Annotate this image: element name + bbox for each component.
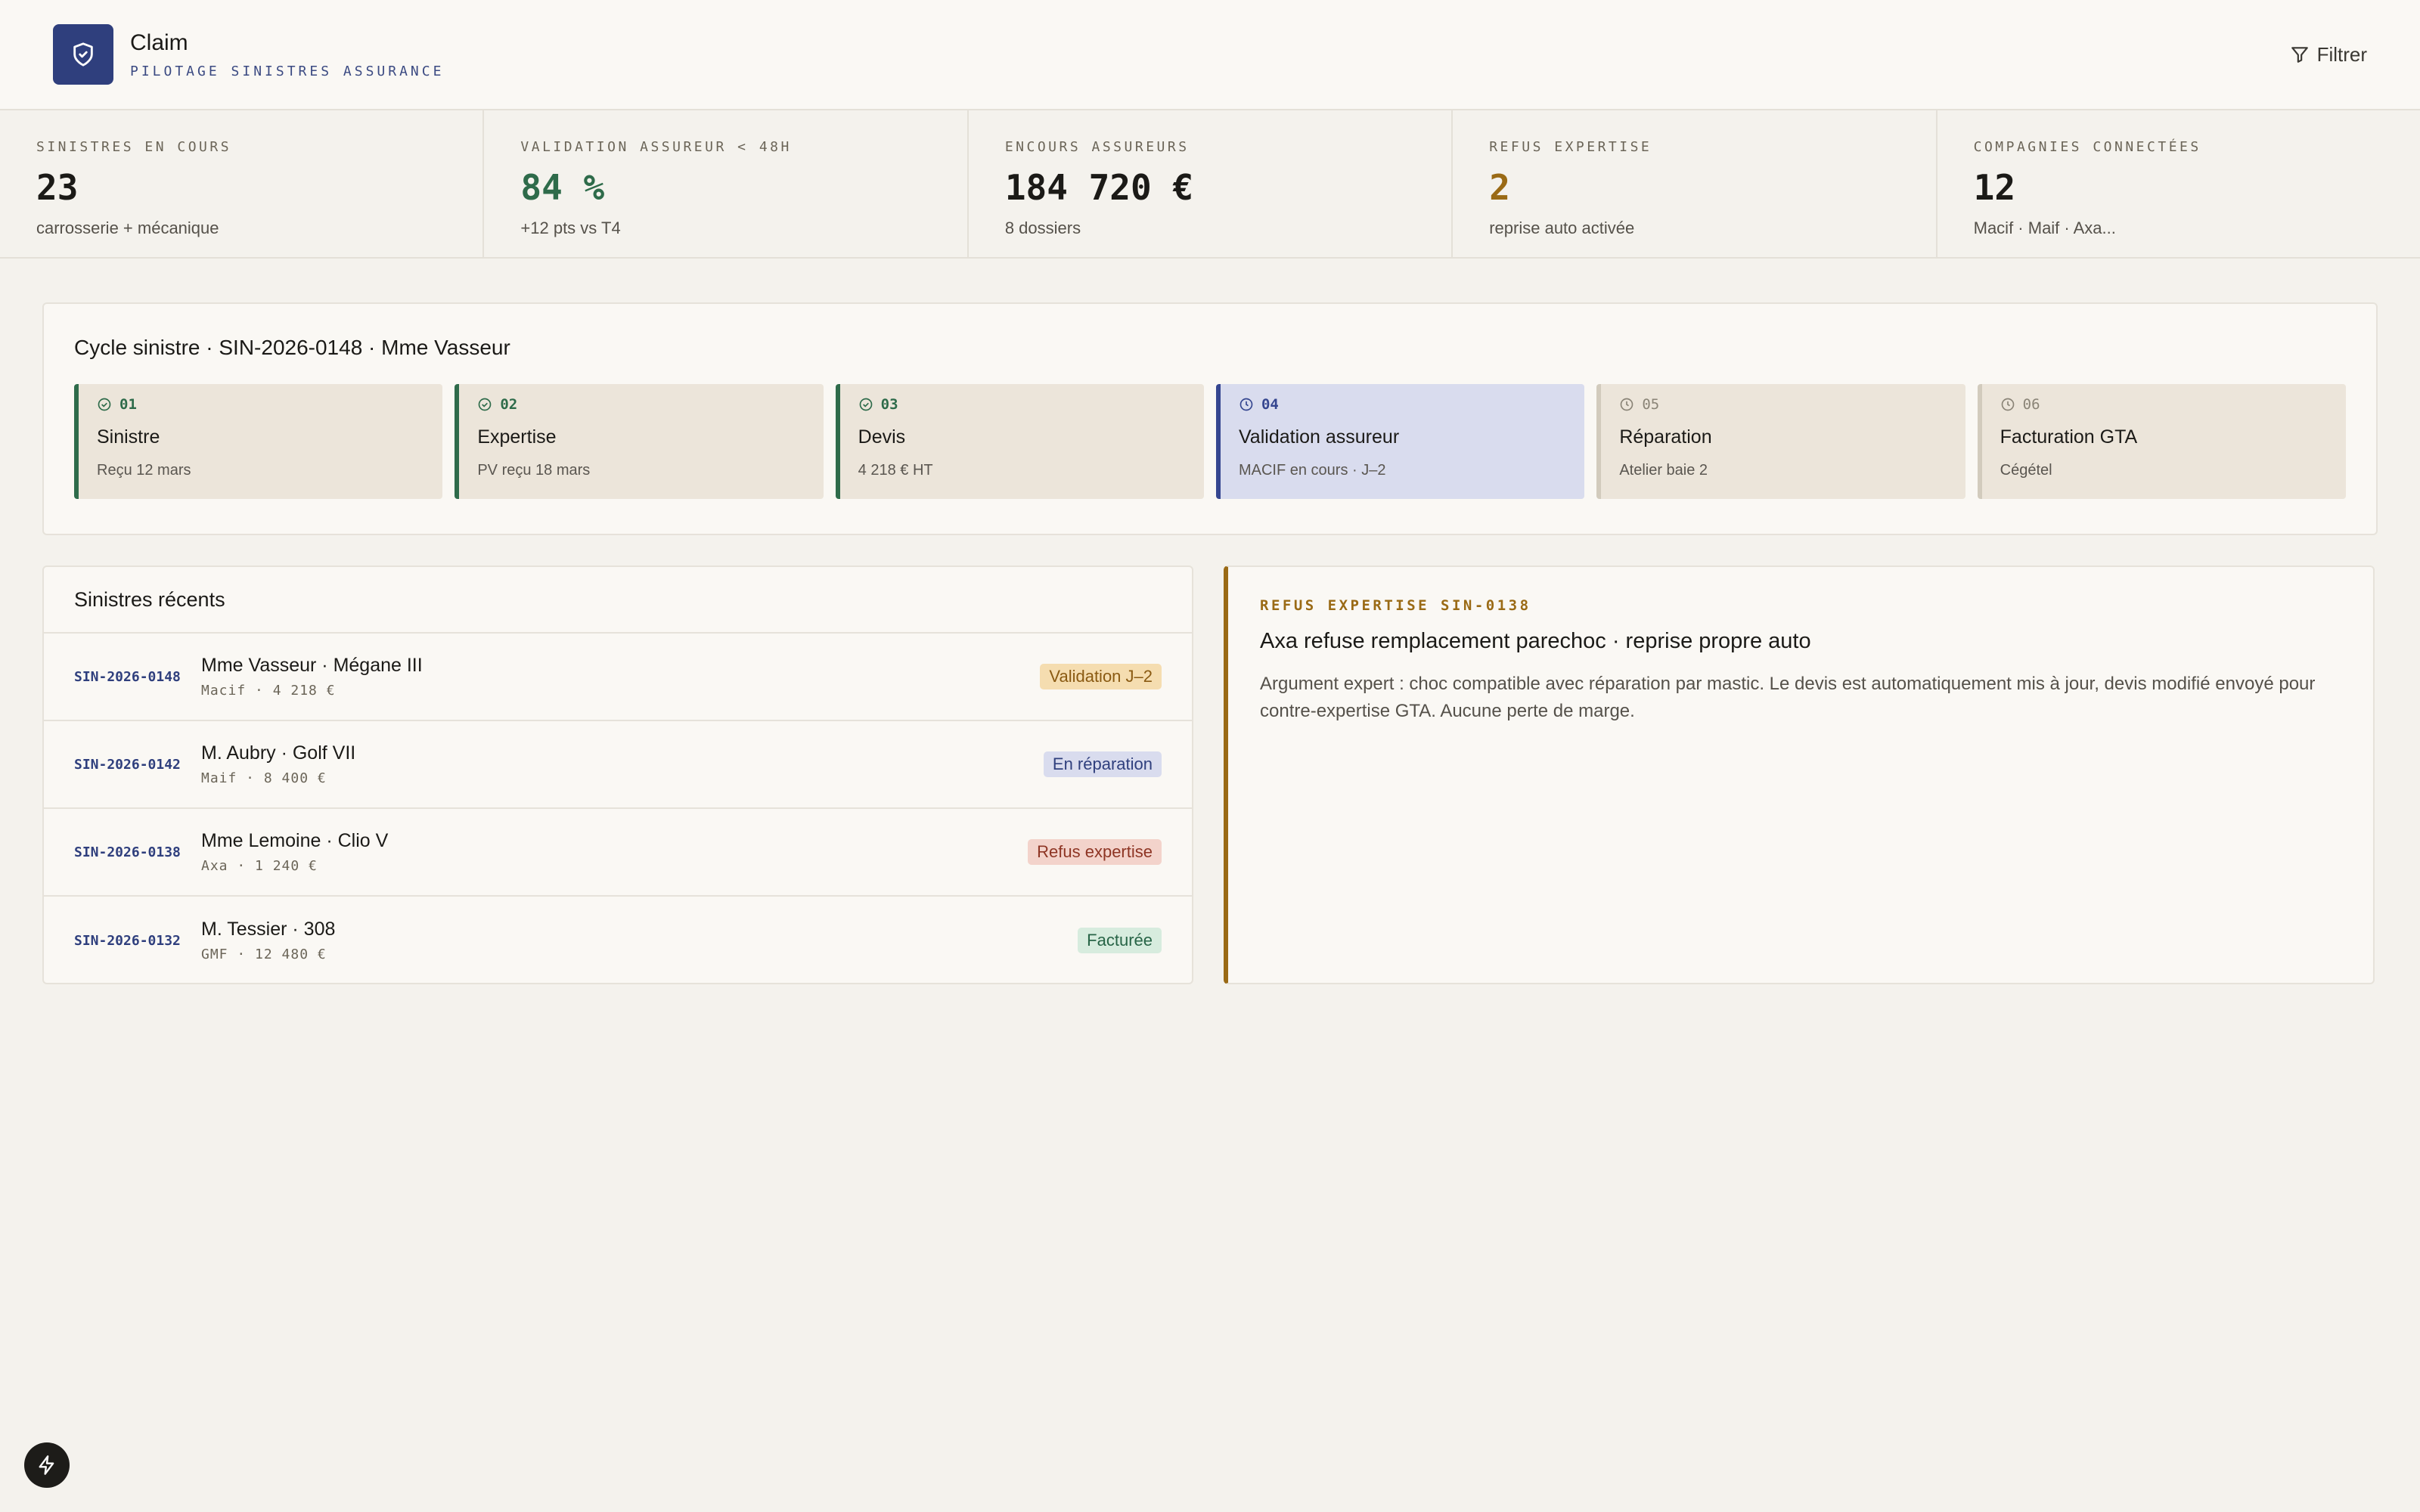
- claim-client: M. Tessier · 308: [201, 919, 336, 940]
- alert-title: Axa refuse remplacement parechoc · repri…: [1260, 629, 1811, 653]
- claim-client: M. Aubry · Golf VII: [201, 742, 356, 764]
- kpi-card: REFUS EXPERTISE 2 reprise auto activée: [1453, 110, 1938, 257]
- claim-client: Mme Lemoine · Clio V: [201, 830, 389, 851]
- step-number: 04: [1261, 396, 1279, 413]
- kpi-note: Macif · Maif · Axa...: [1973, 218, 2116, 237]
- claim-row[interactable]: SIN-2026-0132 M. Tessier · 308 GMF · 12 …: [44, 897, 1192, 984]
- kpi-label: SINISTRES EN COURS: [36, 139, 232, 155]
- kpi-note: 8 dossiers: [1004, 218, 1081, 237]
- step-info: Cégétel: [2000, 462, 2052, 479]
- kpi-card: COMPAGNIES CONNECTÉES 12 Macif · Maif · …: [1938, 110, 2420, 257]
- kpi-label: ENCOURS ASSUREURS: [1004, 139, 1190, 155]
- claim-meta: GMF · 12 480 €: [201, 947, 327, 962]
- filter-icon: [2291, 47, 2308, 63]
- step-number: 05: [1642, 396, 1660, 413]
- kpi-value: 2: [1489, 167, 1510, 208]
- app-subtitle: PILOTAGE SINISTRES ASSURANCE: [130, 63, 445, 79]
- status-badge: Refus expertise: [1028, 839, 1162, 865]
- clock-icon: [1620, 398, 1634, 411]
- kpi-card: SINISTRES EN COURS 23 carrosserie + méca…: [0, 110, 485, 257]
- claim-id: SIN-2026-0148: [74, 668, 181, 685]
- kpi-value: 84 %: [520, 167, 605, 208]
- kpi-value: 12: [1973, 167, 2016, 208]
- brand: Claim PILOTAGE SINISTRES ASSURANCE: [53, 24, 444, 85]
- bottom-section: Sinistres récents SIN-2026-0148 Mme Vass…: [42, 565, 2378, 984]
- lightning-button[interactable]: [24, 1442, 70, 1488]
- cycle-title: Cycle sinistre · SIN-2026-0148 · Mme Vas…: [74, 336, 510, 359]
- kpi-label: VALIDATION ASSUREUR < 48H: [520, 139, 792, 155]
- kpi-label: COMPAGNIES CONNECTÉES: [1973, 139, 2201, 155]
- status-badge: Validation J–2: [1040, 664, 1162, 689]
- step-name: Réparation: [1619, 426, 1712, 448]
- kpi-value: 184 720 €: [1004, 167, 1194, 208]
- kpi-note: carrosserie + mécanique: [36, 218, 219, 237]
- kpi-note: reprise auto activée: [1489, 218, 1635, 237]
- cycle-step[interactable]: 01 Sinistre Reçu 12 mars: [74, 384, 443, 499]
- step-number: 01: [119, 396, 137, 413]
- claim-meta: Maif · 8 400 €: [201, 770, 327, 786]
- kpi-card: ENCOURS ASSUREURS 184 720 € 8 dossiers: [969, 110, 1454, 257]
- check-circle-icon: [859, 398, 872, 411]
- status-badge: En réparation: [1043, 751, 1162, 777]
- step-name: Facturation GTA: [2000, 426, 2138, 448]
- app-title: Claim: [130, 29, 188, 55]
- step-info: Atelier baie 2: [1619, 462, 1708, 479]
- step-info: Reçu 12 mars: [97, 462, 191, 479]
- check-circle-icon: [98, 398, 111, 411]
- step-name: Expertise: [477, 426, 557, 448]
- kpi-label: REFUS EXPERTISE: [1489, 139, 1652, 155]
- claim-id: SIN-2026-0142: [74, 756, 181, 773]
- alert-body: Argument expert : choc compatible avec r…: [1260, 674, 2316, 721]
- step-name: Validation assureur: [1238, 426, 1400, 448]
- lightning-icon: [39, 1455, 54, 1475]
- kpi-value: 23: [36, 167, 79, 208]
- recent-claims-title: Sinistres récents: [44, 567, 1192, 634]
- step-name: Sinistre: [97, 426, 160, 448]
- app-header: Claim PILOTAGE SINISTRES ASSURANCE Filtr…: [0, 0, 2420, 110]
- shield-icon: [53, 24, 113, 85]
- claim-row[interactable]: SIN-2026-0148 Mme Vasseur · Mégane III M…: [44, 634, 1192, 721]
- clock-icon: [1239, 398, 1253, 411]
- step-info: PV reçu 18 mars: [477, 462, 591, 479]
- claim-meta: Axa · 1 240 €: [201, 858, 318, 874]
- step-number: 02: [500, 396, 518, 413]
- claim-client: Mme Vasseur · Mégane III: [201, 655, 423, 676]
- step-number: 03: [880, 396, 898, 413]
- step-number: 06: [2022, 396, 2040, 413]
- cycle-step-current[interactable]: 04 Validation assureur MACIF en cours · …: [1215, 384, 1585, 499]
- recent-claims-panel: Sinistres récents SIN-2026-0148 Mme Vass…: [42, 565, 1193, 984]
- kpi-card: VALIDATION ASSUREUR < 48H 84 % +12 pts v…: [484, 110, 969, 257]
- filter-label: Filtrer: [2316, 42, 2367, 66]
- step-name: Devis: [858, 426, 906, 448]
- claim-cycle-panel: Cycle sinistre · SIN-2026-0148 · Mme Vas…: [42, 302, 2378, 535]
- step-info: 4 218 € HT: [858, 462, 933, 479]
- clock-icon: [2001, 398, 2014, 411]
- claim-meta: Macif · 4 218 €: [201, 683, 336, 699]
- kpi-note: +12 pts vs T4: [520, 218, 621, 237]
- filter-button[interactable]: Filtrer: [2290, 43, 2367, 67]
- claim-row[interactable]: SIN-2026-0142 M. Aubry · Golf VII Maif ·…: [44, 721, 1192, 809]
- claim-row[interactable]: SIN-2026-0138 Mme Lemoine · Clio V Axa ·…: [44, 809, 1192, 897]
- cycle-step[interactable]: 05 Réparation Atelier baie 2: [1596, 384, 1965, 499]
- claim-id: SIN-2026-0132: [74, 932, 181, 949]
- kpi-strip: SINISTRES EN COURS 23 carrosserie + méca…: [0, 110, 2420, 259]
- check-circle-icon: [478, 398, 492, 411]
- claim-id: SIN-2026-0138: [74, 844, 181, 860]
- cycle-steps: 01 Sinistre Reçu 12 mars 02 Expertise PV…: [74, 384, 2346, 499]
- status-badge: Facturée: [1078, 928, 1162, 953]
- cycle-step[interactable]: 03 Devis 4 218 € HT: [835, 384, 1204, 499]
- step-info: MACIF en cours · J–2: [1238, 462, 1386, 479]
- cycle-step[interactable]: 06 Facturation GTA Cégétel: [1977, 384, 2346, 499]
- expertise-refusal-alert: REFUS EXPERTISE SIN-0138 Axa refuse remp…: [1224, 565, 2375, 984]
- alert-label: REFUS EXPERTISE SIN-0138: [1260, 597, 1531, 614]
- cycle-step[interactable]: 02 Expertise PV reçu 18 mars: [455, 384, 824, 499]
